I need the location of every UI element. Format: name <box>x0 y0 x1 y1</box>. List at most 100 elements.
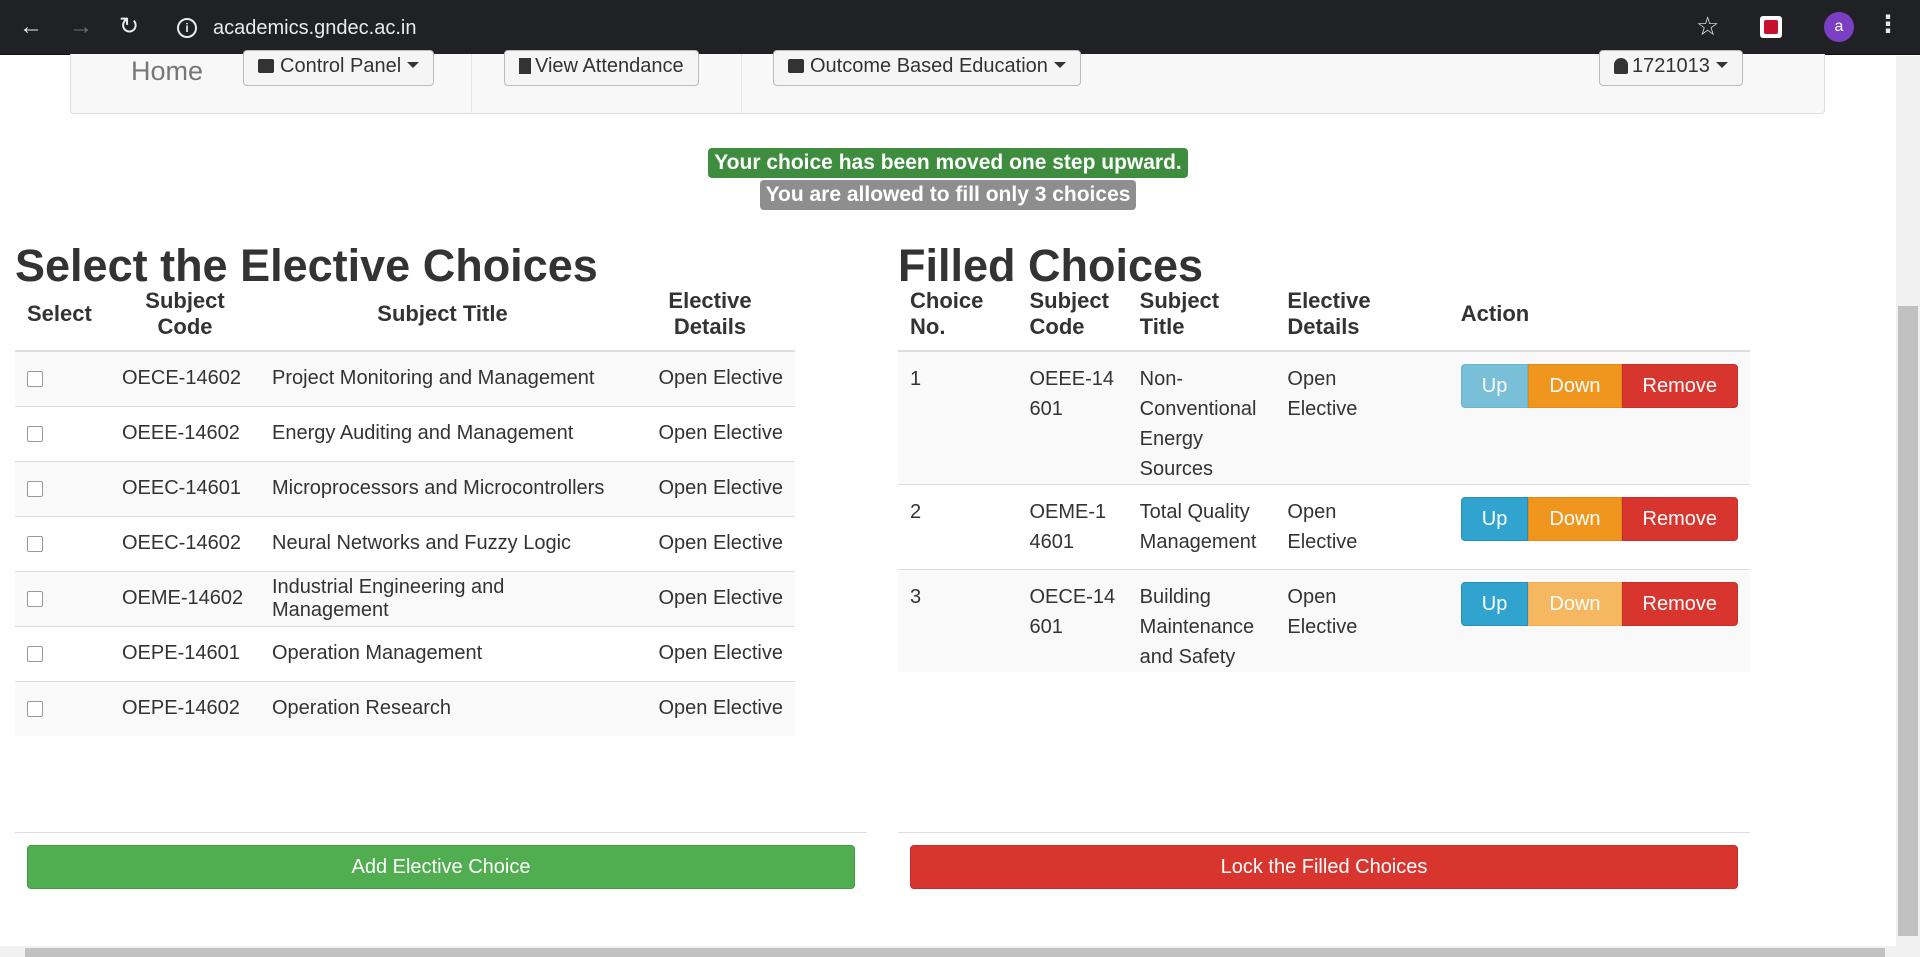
column-header: Elective Details <box>1275 278 1449 352</box>
elective-details: Open Elective <box>625 460 795 516</box>
action-cell: Up Down Remove <box>1448 569 1750 672</box>
forward-icon[interactable]: → <box>66 12 96 42</box>
select-cell <box>15 405 110 461</box>
home-link[interactable]: Home <box>131 56 203 87</box>
info-message: You are allowed to fill only 3 choices <box>759 180 1137 210</box>
add-elective-choice-button[interactable]: Add Elective Choice <box>27 845 855 889</box>
action-cell: Up Down Remove <box>1448 484 1750 570</box>
back-icon[interactable]: ← <box>16 12 46 42</box>
caret-down-icon <box>1053 62 1066 68</box>
control-panel-dropdown[interactable]: Control Panel <box>243 50 435 86</box>
remove-button[interactable]: Remove <box>1621 364 1738 408</box>
move-down-button[interactable]: Down <box>1528 364 1622 408</box>
reload-icon[interactable]: ↻ <box>114 12 144 42</box>
subject-code: OECE-14601 <box>1017 569 1128 672</box>
table-row: OEPE-14602 Operation Research Open Electiv… <box>15 680 795 736</box>
column-header: Subject Code <box>1017 278 1128 352</box>
elective-details: Open Elective <box>625 570 795 626</box>
view-attendance-button[interactable]: View Attendance <box>504 50 699 86</box>
move-up-button[interactable]: Up <box>1460 364 1529 408</box>
lock-filled-choices-button[interactable]: Lock the Filled Choices <box>910 845 1738 889</box>
elective-details: Open Elective <box>625 405 795 461</box>
subject-title: Energy Auditing and Management <box>260 405 625 461</box>
table-row: 1 OEEE-14601 Non-Conventional Energy Sourc… <box>898 350 1750 485</box>
obe-label: Outcome Based Education <box>810 55 1048 77</box>
bookmark-star-icon[interactable]: ☆ <box>1696 11 1719 42</box>
action-button-group: Up Down Remove <box>1460 364 1738 408</box>
extension-icon[interactable] <box>1760 16 1782 38</box>
select-checkbox[interactable] <box>27 535 43 552</box>
select-cell <box>15 515 110 571</box>
navbar: Home Control Panel View Attendance Outco… <box>70 50 1825 114</box>
alerts: Your choice has been moved one step upwa… <box>0 148 1896 210</box>
subject-code: OEME-14602 <box>110 570 260 626</box>
move-up-button[interactable]: Up <box>1460 582 1529 626</box>
divider <box>898 832 1750 833</box>
column-header: Subject Title <box>260 278 625 352</box>
table-row: 3 OECE-14601 Building Maintenance and Safe… <box>898 569 1750 672</box>
info-icon[interactable]: i <box>177 18 197 38</box>
subject-title: Operation Research <box>260 680 625 736</box>
table-row: OECE-14602 Project Monitoring and Managem… <box>15 350 795 406</box>
subject-title: Total Quality Management <box>1127 484 1276 570</box>
select-cell <box>15 460 110 516</box>
folder-icon <box>788 59 804 73</box>
table-header: Select Subject Code Subject Title Electi… <box>15 278 795 352</box>
subject-title: Building Maintenance and Safety <box>1127 569 1276 672</box>
choice-number: 2 <box>898 484 1018 570</box>
choice-number: 3 <box>898 569 1018 672</box>
select-checkbox[interactable] <box>27 425 43 442</box>
horizontal-scrollbar[interactable] <box>0 946 1920 957</box>
choice-number: 1 <box>898 350 1018 485</box>
select-checkbox[interactable] <box>27 645 43 662</box>
remove-button[interactable]: Remove <box>1621 582 1738 626</box>
url-text[interactable]: academics.gndec.ac.in <box>213 17 416 40</box>
subject-title: Industrial Engineering and Management <box>260 570 625 626</box>
scrollbar-thumb[interactable] <box>1898 306 1918 936</box>
browser-toolbar: ← → ↻ i academics.gndec.ac.in ☆ a ⋮ <box>0 0 1920 55</box>
navbar-divider <box>741 54 742 114</box>
address-bar[interactable]: i academics.gndec.ac.in <box>165 9 1765 47</box>
document-icon <box>519 58 531 74</box>
subject-code: OEEC-14601 <box>110 460 260 516</box>
table-row: 2 OEME-14601 Total Quality Management Open … <box>898 484 1750 570</box>
browser-menu-icon[interactable]: ⋮ <box>1876 10 1900 39</box>
select-cell <box>15 625 110 681</box>
subject-code: OECE-14602 <box>110 350 260 406</box>
scrollbar-thumb[interactable] <box>25 948 1885 957</box>
user-dropdown[interactable]: 1721013 <box>1599 50 1743 86</box>
elective-details: Open Elective <box>625 350 795 406</box>
subject-code: OEEC-14602 <box>110 515 260 571</box>
select-cell <box>15 350 110 406</box>
vertical-scrollbar[interactable] <box>1896 56 1920 946</box>
table-row: OEEE-14602 Energy Auditing and Management… <box>15 405 795 461</box>
caret-down-icon <box>1715 62 1728 68</box>
profile-avatar[interactable]: a <box>1824 12 1854 42</box>
table-row: OEPE-14601 Operation Management Open Elect… <box>15 625 795 681</box>
select-checkbox[interactable] <box>27 370 43 387</box>
remove-button[interactable]: Remove <box>1621 497 1738 541</box>
view-attendance-label: View Attendance <box>535 55 684 77</box>
table-row: OEME-14602 Industrial Engineering and Man… <box>15 570 795 626</box>
subject-title: Operation Management <box>260 625 625 681</box>
elective-details: Open Elective <box>1275 569 1449 672</box>
divider <box>15 832 867 833</box>
elective-choices-table: Select Subject Code Subject Title Electi… <box>15 278 795 736</box>
subject-code: OEME-14601 <box>1017 484 1128 570</box>
obe-dropdown[interactable]: Outcome Based Education <box>773 50 1081 86</box>
subject-title: Project Monitoring and Management <box>260 350 625 406</box>
table-row: OEEC-14602 Neural Networks and Fuzzy Logi… <box>15 515 795 571</box>
action-button-group: Up Down Remove <box>1460 582 1738 626</box>
select-checkbox[interactable] <box>27 700 43 717</box>
move-up-button[interactable]: Up <box>1460 497 1529 541</box>
select-checkbox[interactable] <box>27 590 43 607</box>
move-down-button[interactable]: Down <box>1528 582 1622 626</box>
control-panel-label: Control Panel <box>280 55 402 77</box>
elective-details: Open Elective <box>625 625 795 681</box>
caret-down-icon <box>407 62 420 68</box>
elective-details: Open Elective <box>1275 350 1449 485</box>
action-cell: Up Down Remove <box>1448 350 1750 485</box>
move-down-button[interactable]: Down <box>1528 497 1622 541</box>
action-button-group: Up Down Remove <box>1460 497 1738 541</box>
select-checkbox[interactable] <box>27 480 43 497</box>
